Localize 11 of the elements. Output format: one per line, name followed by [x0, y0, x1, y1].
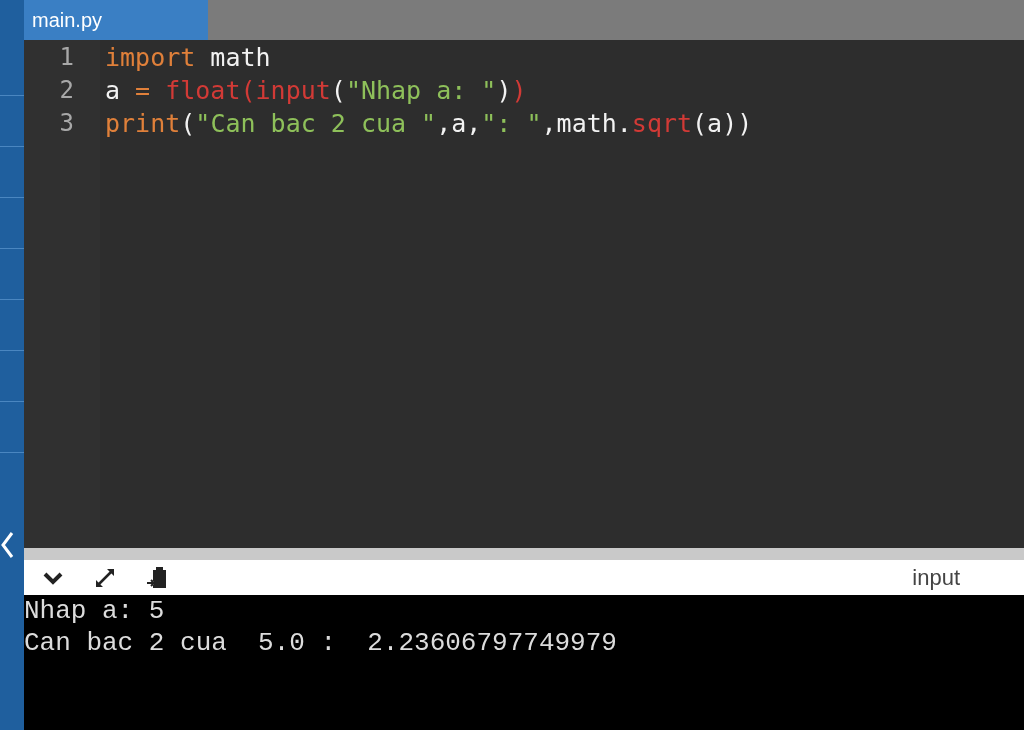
file-tab[interactable]: main.py	[24, 0, 208, 40]
code-line: print("Can bac 2 cua ",a,": ",math.sqrt(a))	[104, 109, 753, 138]
code-line: a = float(input("Nhap a: "))	[104, 76, 527, 105]
line-number: 1	[58, 43, 75, 73]
console-line: Can bac 2 cua 5.0 : 2.23606797749979	[24, 627, 618, 659]
input-label: input	[912, 564, 960, 591]
chevron-left-icon[interactable]	[0, 530, 14, 560]
line-number: 2	[58, 76, 75, 106]
console-line: Nhap a: 5	[24, 595, 166, 627]
code-line: import math	[104, 43, 271, 72]
line-number: 3	[58, 109, 75, 139]
